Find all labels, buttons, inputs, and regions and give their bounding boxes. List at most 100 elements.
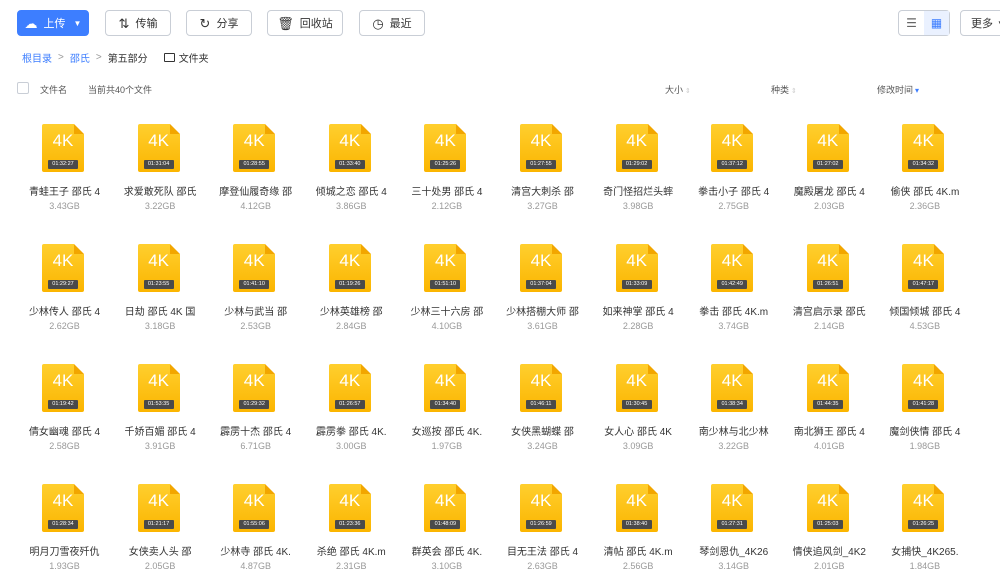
- file-item[interactable]: 4K 01:25:03 情侠追风剑_4K2 2.01GB: [782, 468, 877, 569]
- file-name: 拳击小子 邵氏 4: [698, 187, 770, 198]
- video-file-icon: 4K 01:34:32: [902, 124, 945, 172]
- video-file-icon: 4K 01:37:12: [711, 124, 754, 172]
- video-file-icon: 4K 01:44:35: [806, 364, 849, 412]
- file-name: 清宫大刺杀 邵: [511, 187, 574, 198]
- video-duration: 01:41:10: [239, 280, 270, 289]
- upload-button[interactable]: ☁ 上传 ▼: [17, 10, 89, 36]
- file-name: 少林与武当 邵: [224, 307, 288, 318]
- more-button[interactable]: 更多 ▼: [960, 10, 1000, 36]
- file-item[interactable]: 4K 01:32:27 青蛙王子 邵氏 4 3.43GB: [17, 108, 112, 211]
- file-item[interactable]: 4K 01:23:36 杀绝 邵氏 4K.m 2.31GB: [304, 468, 399, 569]
- file-item[interactable]: 4K 01:25:26 三十处男 邵氏 4 2.12GB: [399, 108, 494, 211]
- file-item[interactable]: 4K 01:28:34 明月刀雪夜歼仇 1.93GB: [17, 468, 112, 569]
- share-button-label: 分享: [216, 18, 239, 30]
- transfer-button[interactable]: ⇅ 传输: [105, 10, 171, 36]
- file-size: 4.12GB: [240, 201, 271, 211]
- file-name: 千娇百媚 邵氏 4: [124, 427, 196, 438]
- file-item[interactable]: 4K 01:41:28 魔剑侠情 邵氏 4 1.98GB: [877, 348, 972, 451]
- file-item[interactable]: 4K 01:26:51 清宫启示录 邵氏 2.14GB: [782, 228, 877, 331]
- file-item[interactable]: 4K 01:46:11 女侠黑蝴蝶 邵 3.24GB: [495, 348, 590, 451]
- file-item[interactable]: 4K 01:21:17 女侠卖人头 邵 2.05GB: [113, 468, 208, 569]
- file-item[interactable]: 4K 01:51:10 少林三十六房 邵 4.10GB: [399, 228, 494, 331]
- file-item[interactable]: 4K 01:38:34 南少林与北少林 3.22GB: [686, 348, 781, 451]
- file-item[interactable]: 4K 01:31:04 求爱敢死队 邵氏 3.22GB: [113, 108, 208, 211]
- list-view-button[interactable]: ☰: [899, 11, 924, 35]
- file-item[interactable]: 4K 01:29:32 霹雳十杰 邵氏 4 6.71GB: [208, 348, 303, 451]
- file-item[interactable]: 4K 01:19:26 少林英雄榜 邵 2.84GB: [304, 228, 399, 331]
- file-size: 3.09GB: [622, 441, 654, 451]
- file-item[interactable]: 4K 01:34:32 偷侠 邵氏 4K.m 2.36GB: [877, 108, 972, 211]
- list-icon: ☰: [906, 16, 917, 30]
- thumb-label: 4K: [626, 131, 647, 150]
- file-size: 2.14GB: [814, 321, 845, 331]
- file-item[interactable]: 4K 01:55:06 少林寺 邵氏 4K. 4.87GB: [208, 468, 303, 569]
- file-item[interactable]: 4K 01:37:12 拳击小子 邵氏 4 2.75GB: [686, 108, 781, 211]
- file-item[interactable]: 4K 01:23:55 日劫 邵氏 4K 国 3.18GB: [113, 228, 208, 331]
- file-size: 4.10GB: [431, 321, 463, 331]
- video-file-icon: 4K 01:26:51: [806, 244, 849, 292]
- file-item[interactable]: 4K 01:53:35 千娇百媚 邵氏 4 3.91GB: [113, 348, 208, 451]
- new-folder-button[interactable]: 文件夹: [163, 50, 209, 65]
- file-name: 女人心 邵氏 4K: [604, 427, 672, 438]
- file-name: 少林传人 邵氏 4: [28, 307, 101, 318]
- file-item[interactable]: 4K 01:48:09 群英会 邵氏 4K. 3.10GB: [399, 468, 494, 569]
- file-name: 倾国倾城 邵氏 4: [889, 307, 961, 318]
- file-item[interactable]: 4K 01:28:55 摩登仙履奇缘 邵 4.12GB: [208, 108, 303, 211]
- video-file-icon: 4K 01:26:57: [328, 364, 371, 412]
- file-item[interactable]: 4K 01:26:25 女捕快_4K265. 1.84GB: [877, 468, 972, 569]
- video-file-icon: 4K 01:29:27: [42, 244, 84, 292]
- file-item[interactable]: 4K 01:27:55 清宫大刺杀 邵 3.27GB: [495, 108, 590, 211]
- file-size: 3.14GB: [718, 561, 749, 569]
- file-item[interactable]: 4K 01:42:49 拳击 邵氏 4K.m 3.74GB: [686, 228, 781, 331]
- thumb-label: 4K: [243, 371, 265, 390]
- file-item[interactable]: 4K 01:37:04 少林搭棚大师 邵 3.61GB: [495, 228, 590, 331]
- file-name: 女捕快_4K265.: [891, 547, 959, 558]
- select-all-checkbox[interactable]: [17, 82, 29, 94]
- file-item[interactable]: 4K 01:27:31 琴剑恩仇_4K26 3.14GB: [686, 468, 781, 569]
- breadcrumb-root[interactable]: 根目录: [22, 50, 52, 65]
- file-item[interactable]: 4K 01:34:40 女巡按 邵氏 4K. 1.97GB: [399, 348, 494, 451]
- video-duration: 01:47:17: [908, 280, 939, 289]
- file-item[interactable]: 4K 01:29:02 奇门怪招烂头蟀 3.98GB: [591, 108, 686, 211]
- file-item[interactable]: 4K 01:26:59 目无王法 邵氏 4 2.63GB: [495, 468, 590, 569]
- file-item[interactable]: 4K 01:33:09 如来神掌 邵氏 4 2.28GB: [591, 228, 686, 331]
- video-file-icon: 4K 01:28:55: [233, 124, 276, 172]
- file-item[interactable]: 4K 01:27:02 魔殿屠龙 邵氏 4 2.03GB: [782, 108, 877, 211]
- file-size: 3.18GB: [144, 321, 176, 331]
- file-size: 1.98GB: [909, 441, 941, 451]
- column-type-label: 种类: [771, 85, 790, 95]
- thumb-label: 4K: [434, 131, 456, 150]
- video-duration: 01:55:06: [239, 520, 270, 529]
- file-item[interactable]: 4K 01:44:35 南北狮王 邵氏 4 4.01GB: [782, 348, 877, 451]
- file-item[interactable]: 4K 01:29:27 少林传人 邵氏 4 2.62GB: [17, 228, 112, 331]
- column-type[interactable]: 种类 ⇕: [771, 83, 797, 96]
- video-duration: 01:19:26: [334, 280, 365, 289]
- file-item[interactable]: 4K 01:26:57 霹雳拳 邵氏 4K. 3.00GB: [304, 348, 399, 451]
- file-item[interactable]: 4K 01:30:45 女人心 邵氏 4K 3.09GB: [591, 348, 686, 451]
- file-size: 2.05GB: [144, 561, 176, 569]
- video-file-icon: 4K 01:28:34: [42, 484, 84, 532]
- video-file-icon: 4K 01:27:55: [520, 124, 562, 172]
- file-item[interactable]: 4K 01:33:40 倾城之恋 邵氏 4 3.86GB: [304, 108, 399, 211]
- recent-button[interactable]: ◷ 最近: [359, 10, 425, 36]
- video-file-icon: 4K 01:27:31: [711, 484, 754, 532]
- column-size[interactable]: 大小 ⇕: [665, 83, 691, 96]
- thumb-label: 4K: [817, 371, 839, 390]
- file-item[interactable]: 4K 01:47:17 倾国倾城 邵氏 4 4.53GB: [877, 228, 972, 331]
- grid-view-button[interactable]: ▦: [924, 11, 949, 35]
- breadcrumb-parent[interactable]: 邵氏: [70, 50, 90, 65]
- file-item[interactable]: 4K 01:41:10 少林与武当 邵 2.53GB: [208, 228, 303, 331]
- column-name[interactable]: 文件名: [40, 83, 67, 96]
- thumb-label: 4K: [339, 131, 361, 150]
- file-name: 情侠追风剑_4K2: [792, 547, 866, 558]
- file-name: 明月刀雪夜歼仇: [29, 547, 100, 558]
- share-button[interactable]: ↻ 分享: [186, 10, 252, 36]
- recycle-bin-button[interactable]: 🗑 回收站: [267, 10, 343, 36]
- file-name: 杀绝 邵氏 4K.m: [316, 547, 386, 558]
- file-size: 2.03GB: [814, 201, 845, 211]
- file-item[interactable]: 4K 01:19:42 倩女幽魂 邵氏 4 2.58GB: [17, 348, 112, 451]
- file-size: 3.22GB: [144, 201, 176, 211]
- thumb-label: 4K: [530, 371, 552, 390]
- file-item[interactable]: 4K 01:38:40 清帖 邵氏 4K.m 2.56GB: [591, 468, 686, 569]
- column-modified-time[interactable]: 修改时间 ▾: [877, 83, 919, 96]
